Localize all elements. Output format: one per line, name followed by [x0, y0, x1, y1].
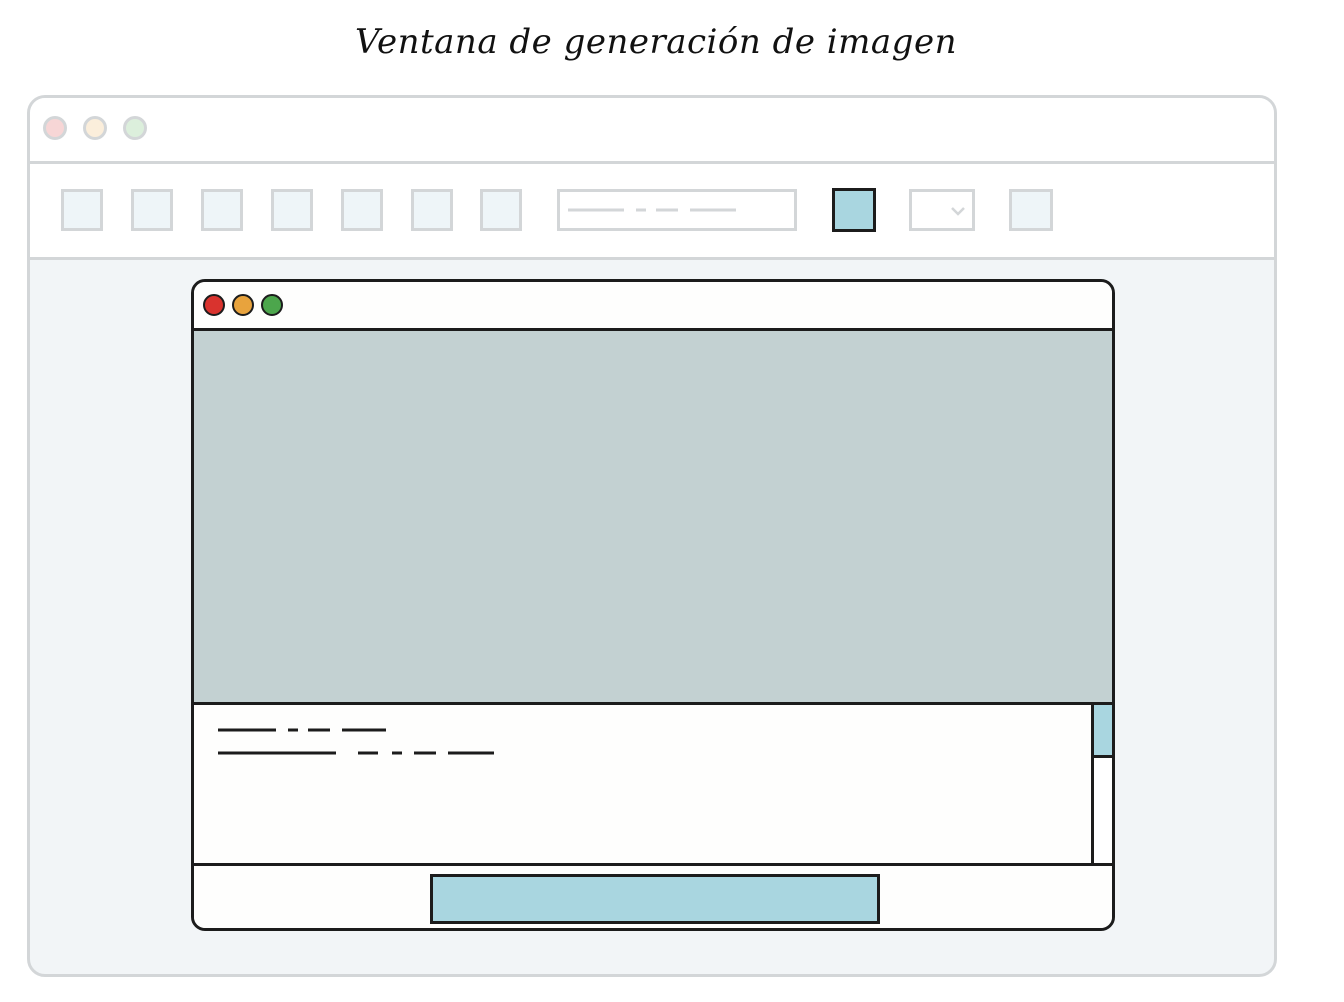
image-generation-dialog [191, 279, 1115, 931]
dialog-close-button[interactable] [203, 294, 225, 316]
toolbar-button-8[interactable] [1009, 189, 1053, 231]
log-text-lines [218, 728, 494, 755]
log-scrollbar[interactable] [1091, 705, 1112, 863]
toolbar-button-2[interactable] [131, 189, 173, 231]
dialog-titlebar [194, 282, 1112, 331]
app-maximize-button[interactable] [123, 116, 147, 140]
placeholder-text-lines [568, 208, 736, 212]
toolbar-button-7[interactable] [480, 189, 522, 231]
toolbar-button-4[interactable] [271, 189, 313, 231]
toolbar-text-field[interactable] [557, 189, 797, 231]
toolbar-button-5[interactable] [341, 189, 383, 231]
toolbar-button-3[interactable] [201, 189, 243, 231]
app-titlebar [30, 98, 1274, 164]
dialog-minimize-button[interactable] [232, 294, 254, 316]
dialog-maximize-button[interactable] [261, 294, 283, 316]
scrollbar-thumb[interactable] [1094, 705, 1112, 758]
toolbar-dropdown[interactable] [909, 189, 975, 231]
color-swatch-button[interactable] [832, 188, 876, 232]
toolbar-button-1[interactable] [61, 189, 103, 231]
page-title: Ventana de generación de imagen [355, 22, 957, 62]
image-preview-area [194, 331, 1112, 705]
app-toolbar [30, 164, 1274, 260]
app-close-button[interactable] [43, 116, 67, 140]
output-log [194, 705, 1091, 863]
generate-button[interactable] [430, 874, 880, 924]
app-minimize-button[interactable] [83, 116, 107, 140]
toolbar-button-6[interactable] [411, 189, 453, 231]
dialog-footer [194, 863, 1112, 928]
chevron-down-icon [951, 207, 965, 216]
